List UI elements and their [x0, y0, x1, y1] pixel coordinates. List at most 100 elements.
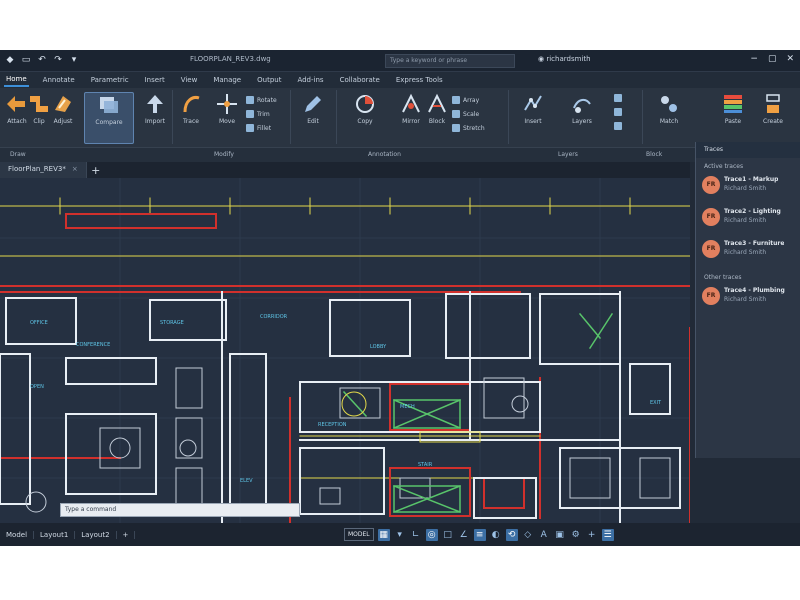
polar-icon[interactable]: ◎ [425, 528, 438, 541]
drawing-canvas[interactable]: OFFICE CONFERENCE STORAGE CORRIDOR LOBBY… [0, 178, 690, 523]
move-label: Move [218, 118, 236, 125]
stretch-tool[interactable]: Stretch [452, 124, 485, 132]
import-button[interactable]: Import [138, 92, 172, 125]
file-tab-label: FloorPlan_REV3* [8, 165, 66, 173]
lineweight-icon[interactable]: ≡ [473, 528, 486, 541]
trace-item[interactable]: FR Trace1 - Markup Richard Smith [696, 173, 800, 205]
file-tab[interactable]: FloorPlan_REV3* × [0, 162, 87, 178]
group-modify[interactable]: Modify [214, 151, 234, 158]
transparency-icon[interactable]: ◐ [490, 529, 502, 541]
svg-text:EXIT: EXIT [650, 400, 662, 406]
annotation-scale-icon[interactable]: A [538, 529, 550, 541]
svg-text:OPEN: OPEN [30, 384, 44, 390]
open-icon[interactable]: ▭ [20, 54, 32, 66]
trim-icon [246, 110, 254, 118]
user-account[interactable]: ◉ richardsmith [538, 55, 591, 63]
command-line[interactable]: Type a command [60, 503, 300, 517]
close-tab-icon[interactable]: × [72, 165, 78, 173]
maximize-icon[interactable]: ▢ [768, 54, 777, 64]
undo-icon[interactable]: ↶ [36, 54, 48, 66]
osnap-icon[interactable]: □ [442, 529, 454, 541]
user-name: richardsmith [546, 55, 591, 63]
ribbon-separator [642, 90, 643, 144]
selection-cycling-icon[interactable]: ⟲ [505, 528, 518, 541]
otrack-icon[interactable]: ∠ [458, 529, 470, 541]
ribbon-tab-annotate[interactable]: Annotate [41, 74, 77, 86]
match-button[interactable]: Match [652, 92, 686, 125]
ribbon-separator [172, 90, 173, 144]
ribbon-tab-view[interactable]: View [179, 74, 200, 86]
group-draw[interactable]: Draw [10, 151, 26, 158]
window-controls: − ▢ ✕ [750, 54, 794, 64]
share-icon[interactable]: ▾ [68, 54, 80, 66]
ribbon-tab-collaborate[interactable]: Collaborate [338, 74, 382, 86]
grid-icon[interactable]: ▦ [377, 528, 390, 541]
ribbon-tab-parametric[interactable]: Parametric [89, 74, 131, 86]
fillet-tool[interactable]: Fillet [246, 124, 271, 132]
add-layout-button[interactable]: + [117, 530, 136, 539]
trace-author: Richard Smith [724, 217, 767, 224]
gear-icon[interactable]: ⚙ [570, 529, 582, 541]
3d-osnap-icon[interactable]: ◇ [522, 529, 534, 541]
layers-button[interactable]: Layers [560, 92, 604, 125]
trace-item[interactable]: FR Trace3 - Furniture Richard Smith [696, 237, 800, 269]
stretch-label: Stretch [463, 124, 485, 132]
ribbon-tab-output[interactable]: Output [255, 74, 283, 86]
tab-layout1[interactable]: Layout1 [34, 530, 76, 539]
trace-icon [183, 96, 200, 113]
array-tool[interactable]: Array [452, 96, 479, 104]
block-button[interactable]: Block [420, 92, 454, 125]
block-icon [428, 93, 446, 113]
customize-icon[interactable]: + [586, 529, 598, 541]
snap-icon[interactable]: ▾ [394, 529, 406, 541]
svg-text:STAIR: STAIR [418, 462, 433, 468]
ribbon-tab-insert[interactable]: Insert [143, 74, 167, 86]
ortho-icon[interactable]: ∟ [410, 529, 422, 541]
copy-label: Copy [357, 118, 373, 125]
group-block[interactable]: Block [646, 151, 662, 158]
trace-item[interactable]: FR Trace4 - Plumbing Richard Smith [696, 284, 800, 316]
create-tool[interactable] [614, 122, 622, 130]
move-icon [217, 94, 237, 114]
model-space-toggle[interactable]: MODEL [344, 528, 374, 541]
insert-block-button[interactable]: Insert [516, 92, 550, 125]
stretch-icon [452, 124, 460, 132]
trim-tool[interactable]: Trim [246, 110, 270, 118]
floor-plan-drawing[interactable]: OFFICE CONFERENCE STORAGE CORRIDOR LOBBY… [0, 178, 690, 523]
menu-icon[interactable]: ☰ [601, 528, 614, 541]
paste-button[interactable]: Paste [716, 92, 750, 125]
layers-icon [573, 98, 591, 113]
new-tab-button[interactable]: + [87, 164, 105, 177]
group-layers[interactable]: Layers [558, 151, 578, 158]
tab-layout2[interactable]: Layout2 [75, 530, 117, 539]
insert-block-icon [524, 95, 542, 111]
copy-button[interactable]: Copy [344, 92, 386, 125]
workspace-icon[interactable]: ▣ [554, 529, 566, 541]
minimize-icon[interactable]: − [750, 54, 758, 64]
compare-button[interactable]: Compare [84, 92, 134, 144]
ribbon-tab-express-tools[interactable]: Express Tools [394, 74, 445, 86]
adjust-button[interactable]: Adjust [46, 92, 80, 125]
trace-button[interactable]: Trace [174, 92, 208, 125]
rotate-label: Rotate [257, 96, 277, 104]
close-icon[interactable]: ✕ [786, 54, 794, 64]
search-input[interactable]: Type a keyword or phrase [385, 54, 515, 68]
ribbon-tab-manage[interactable]: Manage [211, 74, 243, 86]
edit-button[interactable]: Edit [296, 92, 330, 125]
rotate-tool[interactable]: Rotate [246, 96, 277, 104]
tab-model[interactable]: Model [0, 530, 35, 539]
group-annotation[interactable]: Annotation [368, 151, 401, 158]
trace-item[interactable]: FR Trace2 - Lighting Richard Smith [696, 205, 800, 237]
move-button[interactable]: Move [210, 92, 244, 125]
ribbon-tab-addins[interactable]: Add-ins [295, 74, 325, 86]
ribbon-tab-home[interactable]: Home [4, 73, 29, 87]
trace-title: Trace1 - Markup [724, 176, 779, 183]
app-menu-icon[interactable]: ◆ [4, 54, 16, 66]
redo-icon[interactable]: ↷ [52, 54, 64, 66]
paste-tool[interactable] [614, 108, 622, 116]
create-button[interactable]: Create [756, 92, 790, 125]
scale-tool[interactable]: Scale [452, 110, 479, 118]
match-tool[interactable] [614, 94, 622, 102]
adjust-icon [55, 96, 71, 112]
scale-icon [452, 110, 460, 118]
